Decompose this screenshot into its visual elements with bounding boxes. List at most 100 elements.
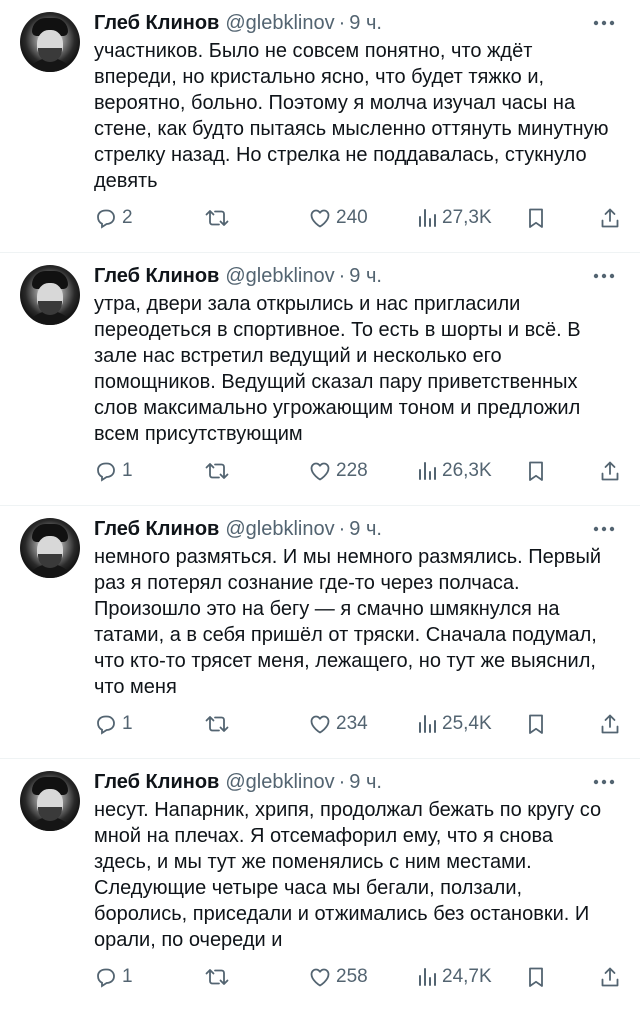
reply-button[interactable]: 2 [94,203,133,233]
tweet-header: Глеб Клинов @glebklinov · 9 ч. [94,769,618,795]
reply-button[interactable]: 1 [94,456,133,486]
bookmark-icon [529,967,543,987]
share-button[interactable] [599,709,621,739]
tweet-feed: Глеб Клинов @glebklinov · 9 ч. участнико… [0,0,640,1012]
views-count: 25,4K [442,713,492,734]
views-count: 26,3K [442,460,492,481]
views-icon [419,462,436,480]
tweet-actions: 1 228 26,3K [94,456,624,486]
tweet-header: Глеб Клинов @glebklinov · 9 ч. [94,516,618,542]
like-count: 240 [336,207,368,228]
tweet[interactable]: Глеб Клинов @glebklinov · 9 ч. немного р… [0,506,640,759]
author-name[interactable]: Глеб Клинов [94,771,219,794]
retweet-button[interactable] [204,456,234,486]
views-button[interactable]: 26,3K [416,456,492,486]
views-icon [419,715,436,733]
reply-icon [97,715,115,735]
separator-dot: · [338,770,346,793]
author-handle[interactable]: @glebklinov [225,518,334,541]
more-icon[interactable] [590,516,618,542]
bookmark-button[interactable] [526,962,546,992]
reply-icon [97,462,115,482]
reply-count: 2 [122,207,133,228]
views-button[interactable]: 24,7K [416,962,492,992]
like-button[interactable]: 240 [308,203,368,233]
bookmark-button[interactable] [526,709,546,739]
like-icon [310,715,330,734]
views-icon [419,209,436,227]
tweet-header: Глеб Клинов @glebklinov · 9 ч. [94,263,618,289]
author-handle[interactable]: @glebklinov [225,12,334,35]
retweet-button[interactable] [204,962,234,992]
reply-count: 1 [122,460,133,481]
views-count: 24,7K [442,966,492,987]
bookmark-icon [529,208,543,228]
share-button[interactable] [599,203,621,233]
views-button[interactable]: 25,4K [416,709,492,739]
retweet-icon [205,969,229,985]
share-icon [601,967,619,987]
retweet-icon [205,210,229,226]
share-button[interactable] [599,456,621,486]
tweet-header: Глеб Клинов @glebklinov · 9 ч. [94,10,618,36]
author-name[interactable]: Глеб Клинов [94,265,219,288]
reply-button[interactable]: 1 [94,709,133,739]
like-count: 234 [336,713,368,734]
more-icon[interactable] [590,769,618,795]
bookmark-button[interactable] [526,456,546,486]
reply-count: 1 [122,966,133,987]
reply-count: 1 [122,713,133,734]
avatar[interactable] [20,518,80,578]
timestamp[interactable]: 9 ч. [349,518,382,541]
more-icon[interactable] [590,10,618,36]
retweet-button[interactable] [204,709,234,739]
reply-icon [97,209,115,229]
more-icon[interactable] [590,263,618,289]
timestamp[interactable]: 9 ч. [349,771,382,794]
retweet-button[interactable] [204,203,234,233]
tweet-text: несут. Напарник, хрипя, продолжал бежать… [94,799,602,951]
like-count: 258 [336,966,368,987]
retweet-icon [205,463,229,479]
separator-dot: · [338,264,346,287]
tweet[interactable]: Глеб Клинов @glebklinov · 9 ч. участнико… [0,0,640,253]
like-button[interactable]: 234 [308,709,368,739]
like-button[interactable]: 228 [308,456,368,486]
views-icon [419,968,436,986]
views-button[interactable]: 27,3K [416,203,492,233]
timestamp[interactable]: 9 ч. [349,265,382,288]
author-handle[interactable]: @glebklinov [225,771,334,794]
author-name[interactable]: Глеб Клинов [94,518,219,541]
author-name[interactable]: Глеб Клинов [94,12,219,35]
views-count: 27,3K [442,207,492,228]
tweet-text: утра, двери зала открылись и нас приглас… [94,293,581,445]
like-button[interactable]: 258 [308,962,368,992]
timestamp[interactable]: 9 ч. [349,12,382,35]
share-button[interactable] [599,962,621,992]
share-icon [601,714,619,734]
like-count: 228 [336,460,368,481]
bookmark-icon [529,461,543,481]
author-handle[interactable]: @glebklinov [225,265,334,288]
retweet-icon [205,716,229,732]
tweet[interactable]: Глеб Клинов @glebklinov · 9 ч. утра, две… [0,253,640,506]
share-icon [601,208,619,228]
separator-dot: · [338,517,346,540]
like-icon [310,968,330,987]
like-icon [310,462,330,481]
reply-icon [97,968,115,988]
bookmark-icon [529,714,543,734]
avatar[interactable] [20,12,80,72]
tweet-text: участников. Было не совсем понятно, что … [94,40,609,192]
tweet[interactable]: Глеб Клинов @glebklinov · 9 ч. несут. На… [0,759,640,1012]
avatar[interactable] [20,265,80,325]
separator-dot: · [338,11,346,34]
reply-button[interactable]: 1 [94,962,133,992]
avatar[interactable] [20,771,80,831]
bookmark-button[interactable] [526,203,546,233]
tweet-actions: 2 240 27,3K [94,203,624,233]
tweet-text: немного размяться. И мы немного размялис… [94,546,602,698]
like-icon [310,209,330,228]
share-icon [601,461,619,481]
tweet-actions: 1 234 25,4K [94,709,624,739]
